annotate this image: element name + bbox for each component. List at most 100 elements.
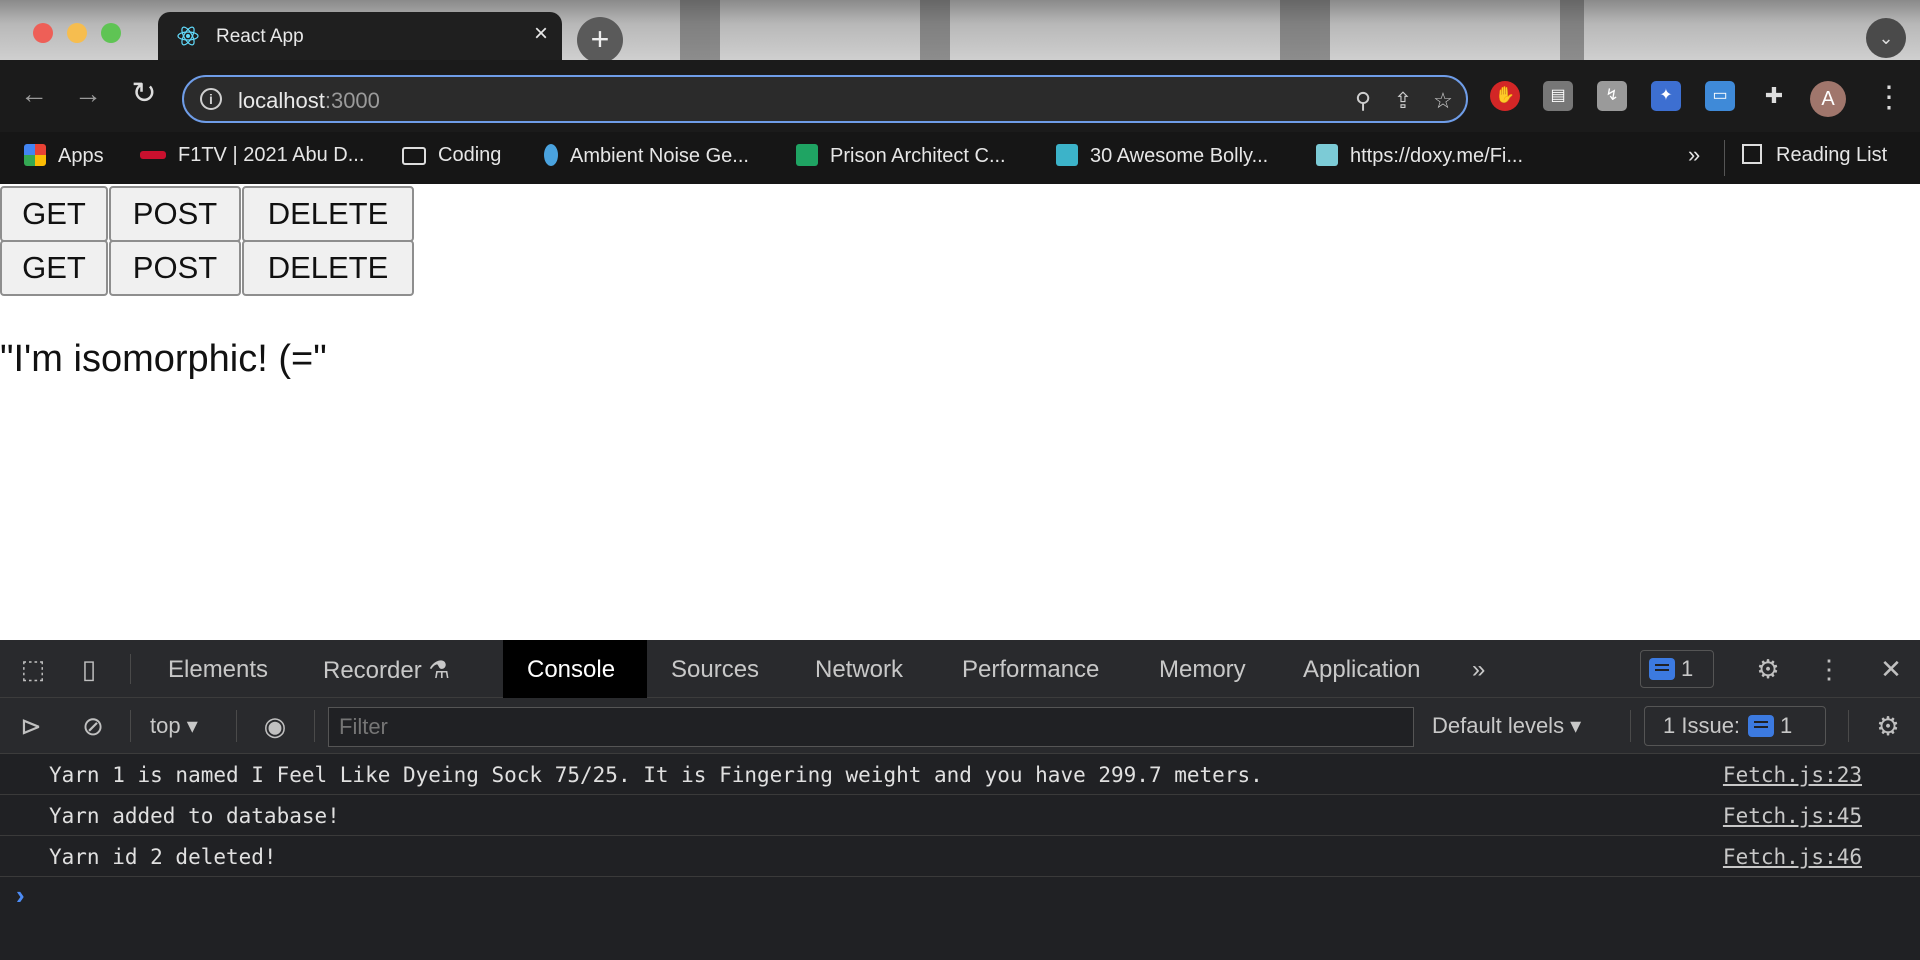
tab-memory[interactable]: Memory bbox=[1159, 656, 1246, 684]
forward-button[interactable]: → bbox=[68, 74, 108, 114]
reload-button[interactable]: ↻ bbox=[124, 74, 164, 114]
extension-icon[interactable]: ↯ bbox=[1597, 81, 1627, 111]
flask-icon: ⚗ bbox=[428, 657, 450, 684]
extensions-puzzle-icon[interactable]: ✚ bbox=[1759, 81, 1789, 111]
console-message-row: Yarn added to database! Fetch.js:45 bbox=[0, 795, 1920, 836]
sidebar-toggle-icon[interactable]: ⊳ bbox=[14, 711, 48, 741]
extension-icon[interactable]: ✦ bbox=[1651, 81, 1681, 111]
log-source-link[interactable]: Fetch.js:23 bbox=[1723, 763, 1862, 787]
background-tree bbox=[1560, 0, 1584, 60]
post-button[interactable]: POST bbox=[109, 240, 241, 296]
tab-title: React App bbox=[216, 26, 304, 47]
bookmark-folder-coding[interactable]: Coding bbox=[402, 144, 501, 167]
back-button[interactable]: ← bbox=[14, 74, 54, 114]
address-url: localhost:3000 bbox=[238, 88, 380, 114]
bookmarks-divider bbox=[1724, 140, 1725, 176]
background-tree bbox=[680, 0, 720, 60]
get-button[interactable]: GET bbox=[0, 186, 108, 242]
bookmark-star-icon[interactable]: ☆ bbox=[1428, 86, 1458, 116]
close-window-button[interactable] bbox=[33, 23, 53, 43]
bookmark-doxy[interactable]: https://doxy.me/Fi... bbox=[1316, 144, 1523, 168]
sheet-icon bbox=[796, 144, 818, 166]
devtools-tab-bar: ⬚ ▯ Elements Recorder ⚗ Console Sources … bbox=[0, 640, 1920, 698]
tab-console-label: Console bbox=[527, 656, 616, 683]
log-source-link[interactable]: Fetch.js:46 bbox=[1723, 845, 1862, 869]
new-tab-button[interactable]: + bbox=[577, 17, 623, 60]
url-port: :3000 bbox=[324, 88, 380, 113]
f1-icon bbox=[140, 151, 166, 159]
log-message: Yarn 1 is named I Feel Like Dyeing Sock … bbox=[49, 763, 1263, 787]
devtools-panel: ⬚ ▯ Elements Recorder ⚗ Console Sources … bbox=[0, 640, 1920, 960]
browser-menu-icon[interactable]: ⋮ bbox=[1874, 78, 1904, 118]
divider bbox=[130, 654, 131, 684]
browser-tab[interactable]: React App × bbox=[158, 12, 562, 60]
more-bookmarks-button[interactable]: » bbox=[1688, 142, 1700, 168]
reading-list-icon bbox=[1742, 144, 1762, 164]
url-host: localhost bbox=[238, 88, 325, 113]
divider bbox=[1630, 710, 1631, 742]
more-tabs-button[interactable]: » bbox=[1472, 656, 1485, 684]
tab-search-button[interactable]: ⌄ bbox=[1866, 18, 1906, 58]
console-filter-input[interactable] bbox=[328, 707, 1414, 747]
tab-recorder[interactable]: Recorder ⚗ bbox=[323, 656, 450, 685]
browser-toolbar: ← → ↻ i localhost:3000 ⚲ ⇪ ☆ ✋ ▤ ↯ ✦ ▭ ✚… bbox=[0, 60, 1920, 132]
issue-icon bbox=[1748, 715, 1775, 737]
bookmark-f1tv[interactable]: F1TV | 2021 Abu D... bbox=[140, 144, 364, 167]
minimize-window-button[interactable] bbox=[67, 23, 87, 43]
profile-avatar[interactable]: A bbox=[1810, 81, 1846, 117]
console-settings-gear-icon[interactable]: ⚙ bbox=[1870, 711, 1906, 741]
tab-sources[interactable]: Sources bbox=[671, 656, 759, 684]
extension-icon[interactable]: ▤ bbox=[1543, 81, 1573, 111]
console-toolbar: ⊳ ⊘ top ▾ ◉ Default levels ▾ 1 Issue:1 ⚙ bbox=[0, 698, 1920, 754]
share-icon[interactable]: ⇪ bbox=[1388, 86, 1418, 116]
background-tree bbox=[920, 0, 950, 60]
tab-performance[interactable]: Performance bbox=[962, 656, 1099, 684]
context-select[interactable]: top ▾ bbox=[150, 713, 198, 739]
log-message: Yarn added to database! bbox=[49, 804, 340, 828]
reading-list-button[interactable]: Reading List bbox=[1742, 144, 1887, 167]
adblock-extension-icon[interactable]: ✋ bbox=[1490, 81, 1520, 111]
tab-console-active[interactable]: Console bbox=[503, 640, 647, 698]
apps-grid-icon bbox=[24, 144, 46, 166]
device-toolbar-icon[interactable]: ▯ bbox=[72, 654, 106, 684]
site-info-icon[interactable]: i bbox=[200, 88, 222, 110]
tab-network[interactable]: Network bbox=[815, 656, 903, 684]
tab-elements[interactable]: Elements bbox=[168, 656, 268, 684]
zoom-window-button[interactable] bbox=[101, 23, 121, 43]
log-levels-select[interactable]: Default levels ▾ bbox=[1432, 713, 1581, 739]
drop-icon bbox=[544, 144, 558, 166]
extension-icon[interactable]: ▭ bbox=[1705, 81, 1735, 111]
divider bbox=[130, 710, 131, 742]
page-content: GET POST DELETE GET POST DELETE "I'm iso… bbox=[0, 184, 1920, 640]
tab-application[interactable]: Application bbox=[1303, 656, 1420, 684]
image-icon bbox=[1056, 144, 1078, 166]
inspect-element-icon[interactable]: ⬚ bbox=[16, 654, 50, 684]
delete-button[interactable]: DELETE bbox=[242, 186, 414, 242]
post-button[interactable]: POST bbox=[109, 186, 241, 242]
close-devtools-icon[interactable]: ✕ bbox=[1874, 654, 1908, 684]
close-tab-icon[interactable]: × bbox=[534, 22, 548, 46]
bookmark-ambient-noise[interactable]: Ambient Noise Ge... bbox=[544, 144, 749, 168]
divider bbox=[314, 710, 315, 742]
bookmark-bollywood[interactable]: 30 Awesome Bolly... bbox=[1056, 144, 1268, 168]
log-source-link[interactable]: Fetch.js:45 bbox=[1723, 804, 1862, 828]
console-prompt[interactable]: › bbox=[16, 880, 25, 911]
folder-icon bbox=[402, 147, 426, 165]
messages-badge[interactable]: 1 bbox=[1640, 650, 1714, 688]
clear-console-icon[interactable]: ⊘ bbox=[76, 711, 110, 741]
issues-button[interactable]: 1 Issue: 1 bbox=[1644, 706, 1826, 746]
settings-gear-icon[interactable]: ⚙ bbox=[1751, 654, 1785, 684]
console-message-row: Yarn id 2 deleted! Fetch.js:46 bbox=[0, 836, 1920, 877]
background-tree bbox=[1280, 0, 1330, 60]
bookmark-apps[interactable]: Apps bbox=[24, 144, 104, 168]
live-expression-eye-icon[interactable]: ◉ bbox=[258, 711, 292, 741]
console-log: Yarn 1 is named I Feel Like Dyeing Sock … bbox=[0, 754, 1920, 877]
devtools-menu-icon[interactable]: ⋮ bbox=[1814, 654, 1844, 684]
zoom-icon[interactable]: ⚲ bbox=[1348, 86, 1378, 116]
message-icon bbox=[1649, 658, 1675, 680]
get-button[interactable]: GET bbox=[0, 240, 108, 296]
bookmark-prison-architect[interactable]: Prison Architect C... bbox=[796, 144, 1006, 168]
address-bar[interactable]: i localhost:3000 ⚲ ⇪ ☆ bbox=[182, 75, 1468, 123]
delete-button[interactable]: DELETE bbox=[242, 240, 414, 296]
react-icon bbox=[177, 26, 199, 46]
